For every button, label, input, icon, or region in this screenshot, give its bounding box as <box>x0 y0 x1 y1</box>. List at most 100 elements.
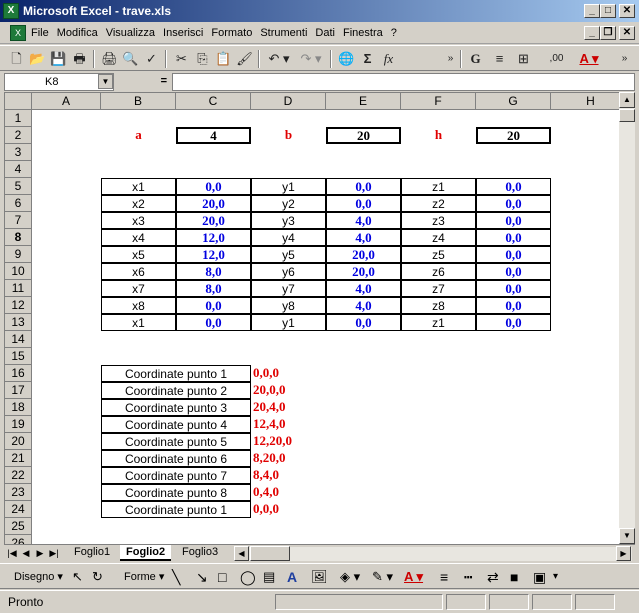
point-label-2[interactable]: Coordinate punto 2 <box>101 382 251 399</box>
row-header-19[interactable]: 19 <box>5 416 32 433</box>
function-icon[interactable]: fx <box>378 49 399 69</box>
point-label-9[interactable]: Coordinate punto 1 <box>101 501 251 518</box>
row-header-9[interactable]: 9 <box>5 246 32 263</box>
coord-cell-zv-1[interactable]: 0,0 <box>476 178 551 195</box>
coord-cell-xv-9[interactable]: 0,0 <box>176 314 251 331</box>
coord-cell-yl-1[interactable]: y1 <box>251 178 326 195</box>
point-value-8[interactable]: 0,4,0 <box>251 484 326 501</box>
wordart-icon[interactable]: A <box>287 567 297 587</box>
coord-cell-zl-4[interactable]: z4 <box>401 229 476 246</box>
close-button[interactable]: ✕ <box>619 4 635 18</box>
coord-cell-zv-2[interactable]: 0,0 <box>476 195 551 212</box>
coord-cell-yl-9[interactable]: y1 <box>251 314 326 331</box>
select-all-corner[interactable] <box>5 93 32 110</box>
drawbar-options-icon[interactable]: ▾ <box>553 567 558 587</box>
coord-cell-yl-3[interactable]: y3 <box>251 212 326 229</box>
row-header-23[interactable]: 23 <box>5 484 32 501</box>
coord-cell-zl-3[interactable]: z3 <box>401 212 476 229</box>
3d-icon[interactable]: ▣ <box>533 567 546 587</box>
coord-cell-zl-5[interactable]: z5 <box>401 246 476 263</box>
coord-cell-xl-4[interactable]: x4 <box>101 229 176 246</box>
worksheet-grid[interactable]: A B C D E F G H 1 2 3 4 5 6 7 8 9 10 11 12 13 14 15 16 17 18 19 20 2… <box>4 92 619 544</box>
clipart-icon[interactable]: 🖼 <box>311 567 328 587</box>
select-objects-icon[interactable]: ↖ <box>72 567 83 587</box>
point-label-3[interactable]: Coordinate punto 3 <box>101 399 251 416</box>
align-icon[interactable]: ≡ <box>489 49 510 69</box>
coord-cell-xl-5[interactable]: x5 <box>101 246 176 263</box>
coord-cell-xv-1[interactable]: 0,0 <box>176 178 251 195</box>
row-header-10[interactable]: 10 <box>5 263 32 280</box>
undo-icon[interactable]: ↶ ▾ <box>264 49 294 69</box>
formula-equals[interactable]: = <box>115 73 171 91</box>
chevron-down-icon[interactable]: ▼ <box>98 74 113 89</box>
coord-cell-xl-3[interactable]: x3 <box>101 212 176 229</box>
coord-cell-yv-7[interactable]: 4,0 <box>326 280 401 297</box>
menu-item-visualizza[interactable]: Visualizza <box>106 27 155 39</box>
print-preview-icon[interactable]: 🔍 <box>120 49 141 69</box>
line-color-icon[interactable]: ✎ ▾ <box>372 567 393 587</box>
coord-cell-yv-3[interactable]: 4,0 <box>326 212 401 229</box>
hscroll-thumb[interactable] <box>250 546 290 561</box>
coord-cell-yl-7[interactable]: y7 <box>251 280 326 297</box>
scroll-up-button[interactable]: ▲ <box>619 92 635 108</box>
format-painter-icon[interactable]: 🖌 <box>234 49 255 69</box>
draw-font-color-icon[interactable]: A ▾ <box>404 567 423 587</box>
coord-cell-yl-2[interactable]: y2 <box>251 195 326 212</box>
row-header-20[interactable]: 20 <box>5 433 32 450</box>
point-label-1[interactable]: Coordinate punto 1 <box>101 365 251 382</box>
doc-restore-button[interactable]: ❐ <box>600 26 616 40</box>
scroll-left-button[interactable]: ◀ <box>234 546 249 561</box>
point-label-5[interactable]: Coordinate punto 5 <box>101 433 251 450</box>
spelling-icon[interactable]: ✓ <box>141 49 162 69</box>
column-header-b[interactable]: B <box>101 93 176 110</box>
vertical-scrollbar[interactable]: ▲ ▼ <box>619 92 635 544</box>
workbook-icon[interactable]: X <box>10 25 26 41</box>
row-header-11[interactable]: 11 <box>5 280 32 297</box>
next-sheet-icon[interactable]: ▶ <box>34 547 46 559</box>
autoshapes-button[interactable]: Forme ▾ <box>124 567 164 587</box>
row-header-17[interactable]: 17 <box>5 382 32 399</box>
point-value-5[interactable]: 12,20,0 <box>251 433 326 450</box>
column-header-c[interactable]: C <box>176 93 251 110</box>
increase-decimal-icon[interactable]: ,00 <box>546 49 567 69</box>
doc-minimize-button[interactable]: _ <box>584 26 600 40</box>
menu-item-[interactable]: ? <box>391 27 397 39</box>
arrow-style-icon[interactable]: ⇄ <box>487 567 499 587</box>
param-input-a[interactable]: 4 <box>176 127 251 144</box>
save-icon[interactable]: 💾 <box>48 49 69 69</box>
arrow-icon[interactable]: ↘ <box>196 567 208 587</box>
coord-cell-xl-2[interactable]: x2 <box>101 195 176 212</box>
autosum-icon[interactable]: Σ <box>357 49 378 69</box>
coord-cell-yl-4[interactable]: y4 <box>251 229 326 246</box>
row-header-18[interactable]: 18 <box>5 399 32 416</box>
tab-foglio3[interactable]: Foglio3 <box>176 545 224 561</box>
cut-icon[interactable]: ✂ <box>171 49 192 69</box>
line-style-icon[interactable]: ≡ <box>440 567 448 587</box>
row-header-2[interactable]: 2 <box>5 127 32 144</box>
doc-close-button[interactable]: ✕ <box>619 26 635 40</box>
redo-icon[interactable]: ↷ ▾ <box>296 49 326 69</box>
menu-item-dati[interactable]: Dati <box>315 27 335 39</box>
coord-cell-xv-5[interactable]: 12,0 <box>176 246 251 263</box>
menu-item-modifica[interactable]: Modifica <box>57 27 98 39</box>
point-label-7[interactable]: Coordinate punto 7 <box>101 467 251 484</box>
point-value-3[interactable]: 20,4,0 <box>251 399 326 416</box>
point-value-4[interactable]: 12,4,0 <box>251 416 326 433</box>
point-label-4[interactable]: Coordinate punto 4 <box>101 416 251 433</box>
textbox-icon[interactable]: ▤ <box>263 567 275 587</box>
coord-cell-xl-1[interactable]: x1 <box>101 178 176 195</box>
coord-cell-xv-8[interactable]: 0,0 <box>176 297 251 314</box>
copy-icon[interactable]: ⎘ <box>192 49 213 69</box>
row-header-16[interactable]: 16 <box>5 365 32 382</box>
param-input-b[interactable]: 20 <box>326 127 401 144</box>
point-value-1[interactable]: 0,0,0 <box>251 365 326 382</box>
coord-cell-xv-3[interactable]: 20,0 <box>176 212 251 229</box>
row-header-8[interactable]: 8 <box>5 229 32 246</box>
row-header-22[interactable]: 22 <box>5 467 32 484</box>
coord-cell-yv-9[interactable]: 0,0 <box>326 314 401 331</box>
row-header-14[interactable]: 14 <box>5 331 32 348</box>
row-header-21[interactable]: 21 <box>5 450 32 467</box>
coord-cell-zl-1[interactable]: z1 <box>401 178 476 195</box>
menu-item-strumenti[interactable]: Strumenti <box>260 27 307 39</box>
horizontal-scrollbar[interactable]: ◀ ▶ <box>234 546 632 561</box>
